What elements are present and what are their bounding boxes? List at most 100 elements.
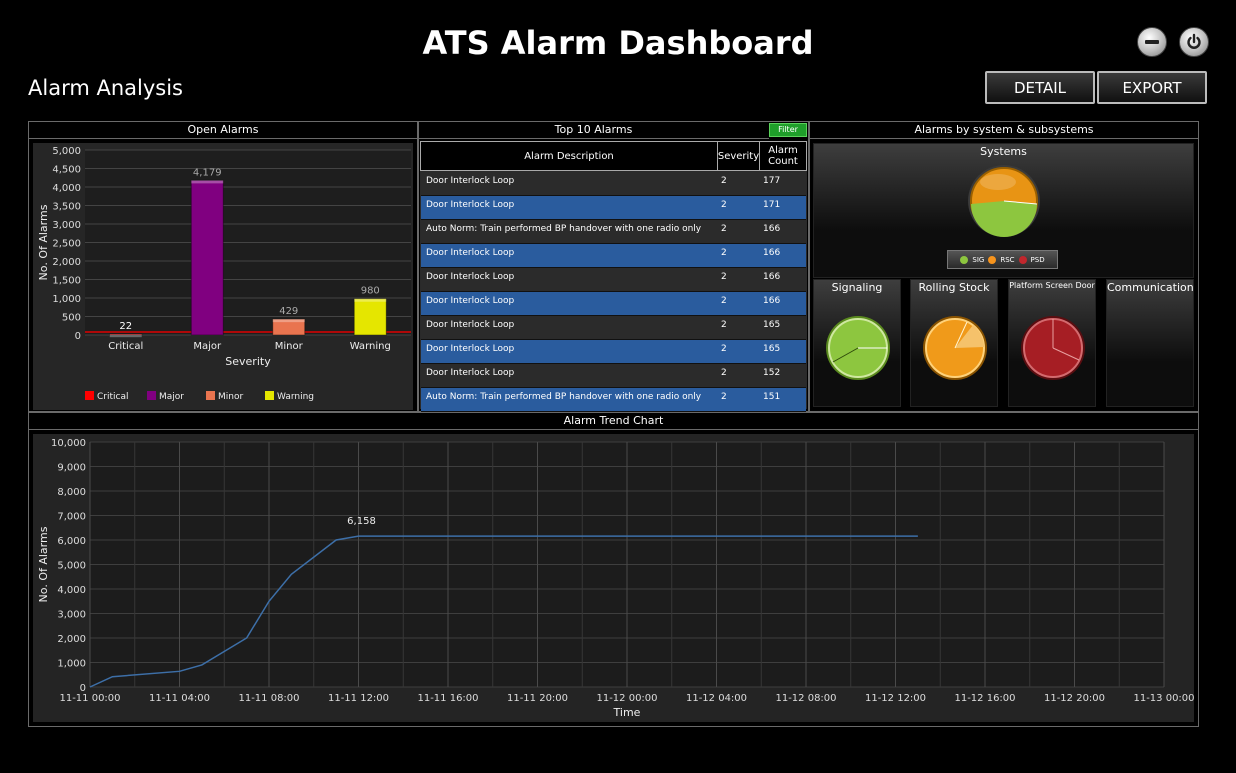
signaling-pie[interactable] (814, 280, 902, 408)
dashboard: ATS Alarm Dashboard Alarm Analysis DETAI… (0, 0, 1236, 773)
y-tick-label: 5,000 (52, 146, 81, 157)
table-row[interactable]: Door Interlock Loop 2 165 (421, 316, 806, 340)
x-tick-label: 11-11 00:00 (59, 693, 120, 704)
alarm-description-cell: Auto Norm: Train performed BP handover w… (426, 224, 702, 234)
platform-screen-door-pie[interactable] (1009, 280, 1097, 408)
x-tick-label: 11-12 08:00 (775, 693, 836, 704)
alarm-count-cell: 151 (763, 392, 781, 402)
table-row[interactable]: Auto Norm: Train performed BP handover w… (421, 220, 806, 244)
alarm-description-cell: Door Interlock Loop (426, 200, 515, 210)
x-tick-label: Warning (350, 341, 391, 352)
y-tick-label: 5,000 (57, 561, 86, 572)
top10-table: Alarm Description Severity Alarm Count D… (420, 141, 807, 412)
x-tick-label: 11-12 16:00 (954, 693, 1015, 704)
severity-cell: 2 (721, 344, 727, 354)
col-header-count[interactable]: Alarm Count (760, 142, 806, 170)
y-tick-label: 1,000 (52, 294, 81, 305)
export-button[interactable]: EXPORT (1097, 71, 1207, 104)
platform-screen-door-tile[interactable]: Platform Screen Door (1008, 279, 1096, 407)
y-tick-label: 3,500 (52, 202, 81, 213)
y-tick-label: 10,000 (51, 438, 86, 449)
communication-label: Communication (1107, 281, 1194, 294)
alarm-description-cell: Door Interlock Loop (426, 368, 515, 378)
y-tick-label: 2,000 (57, 634, 86, 645)
alarm-description-cell: Door Interlock Loop (426, 272, 515, 282)
trend-title: Alarm Trend Chart (28, 412, 1199, 430)
legend-label: Critical (97, 392, 128, 402)
severity-cell: 2 (721, 200, 727, 210)
y-tick-label: 4,000 (57, 585, 86, 596)
bar-value-label: 980 (361, 286, 380, 297)
y-tick-label: 3,000 (57, 610, 86, 621)
rolling-stock-tile[interactable]: Rolling Stock (910, 279, 998, 407)
legend-swatch (85, 391, 94, 400)
table-row[interactable]: Door Interlock Loop 2 165 (421, 340, 806, 364)
table-row[interactable]: Door Interlock Loop 2 171 (421, 196, 806, 220)
col-header-severity[interactable]: Severity (718, 142, 760, 170)
x-tick-label: 11-11 04:00 (149, 693, 210, 704)
top10-title: Top 10 Alarms (418, 121, 769, 139)
severity-cell: 2 (721, 248, 727, 258)
x-tick-label: 11-12 20:00 (1044, 693, 1105, 704)
x-tick-label: Minor (275, 341, 304, 352)
x-tick-label: Major (193, 341, 222, 352)
y-tick-label: 4,500 (52, 165, 81, 176)
table-row[interactable]: Door Interlock Loop 2 166 (421, 292, 806, 316)
y-tick-label: 0 (75, 331, 81, 342)
systems-panel-title: Alarms by system & subsystems (809, 121, 1199, 139)
alarm-count-cell: 152 (763, 368, 781, 378)
legend-swatch (265, 391, 274, 400)
psd-legend-dot (1018, 255, 1027, 264)
y-tick-label: 500 (62, 313, 81, 324)
bar-value-label: 429 (279, 306, 298, 317)
legend-label: Minor (218, 392, 243, 402)
bar-highlight (272, 319, 305, 323)
alarm-description-cell: Door Interlock Loop (426, 296, 515, 306)
bar (353, 298, 387, 336)
table-row[interactable]: Door Interlock Loop 2 166 (421, 268, 806, 292)
alarm-count-cell: 166 (763, 248, 781, 258)
power-icon[interactable] (1179, 27, 1209, 57)
y-tick-label: 7,000 (57, 512, 86, 523)
minus-circle-icon[interactable] (1137, 27, 1167, 57)
x-tick-label: Critical (108, 341, 143, 352)
x-tick-label: 11-11 20:00 (507, 693, 568, 704)
y-tick-label: 1,000 (57, 659, 86, 670)
col-header-description[interactable]: Alarm Description (421, 142, 718, 170)
alarm-description-cell: Auto Norm: Train performed BP handover w… (426, 392, 702, 402)
alarm-count-cell: 177 (763, 176, 781, 186)
alarm-description-cell: Door Interlock Loop (426, 176, 515, 186)
rolling-stock-pie[interactable] (911, 280, 999, 408)
legend-swatch (206, 391, 215, 400)
y-tick-label: 9,000 (57, 463, 86, 474)
severity-cell: 2 (721, 392, 727, 402)
alarm-count-cell: 166 (763, 224, 781, 234)
bar-value-label: 22 (119, 321, 132, 332)
y-tick-label: 8,000 (57, 487, 86, 498)
y-tick-label: 3,000 (52, 220, 81, 231)
severity-cell: 2 (721, 296, 727, 306)
alarm-description-cell: Door Interlock Loop (426, 320, 515, 330)
table-row[interactable]: Auto Norm: Train performed BP handover w… (421, 388, 806, 412)
x-tick-label: 11-12 04:00 (686, 693, 747, 704)
y-axis-label: No. Of Alarms (37, 526, 50, 602)
table-row[interactable]: Door Interlock Loop 2 166 (421, 244, 806, 268)
severity-cell: 2 (721, 368, 727, 378)
severity-cell: 2 (721, 176, 727, 186)
rsc-legend-dot (988, 255, 997, 264)
detail-button[interactable]: DETAIL (985, 71, 1095, 104)
filter-button[interactable]: Filter (769, 123, 807, 137)
communication-tile[interactable]: Communication (1106, 279, 1194, 407)
sig-legend-dot (960, 255, 969, 264)
y-tick-label: 4,000 (52, 183, 81, 194)
alarm-description-cell: Door Interlock Loop (426, 344, 515, 354)
alarm-count-cell: 165 (763, 344, 781, 354)
x-tick-label: 11-11 08:00 (238, 693, 299, 704)
table-row[interactable]: Door Interlock Loop 2 152 (421, 364, 806, 388)
open-alarms-bar-chart: 0 500 1,000 1,500 2,000 2,500 3,000 3,500 4,000 4… (33, 143, 413, 410)
alarm-count-cell: 166 (763, 296, 781, 306)
alarm-count-cell: 166 (763, 272, 781, 282)
table-row[interactable]: Door Interlock Loop 2 177 (421, 172, 806, 196)
x-tick-label: 11-12 00:00 (596, 693, 657, 704)
signaling-tile[interactable]: Signaling (813, 279, 901, 407)
